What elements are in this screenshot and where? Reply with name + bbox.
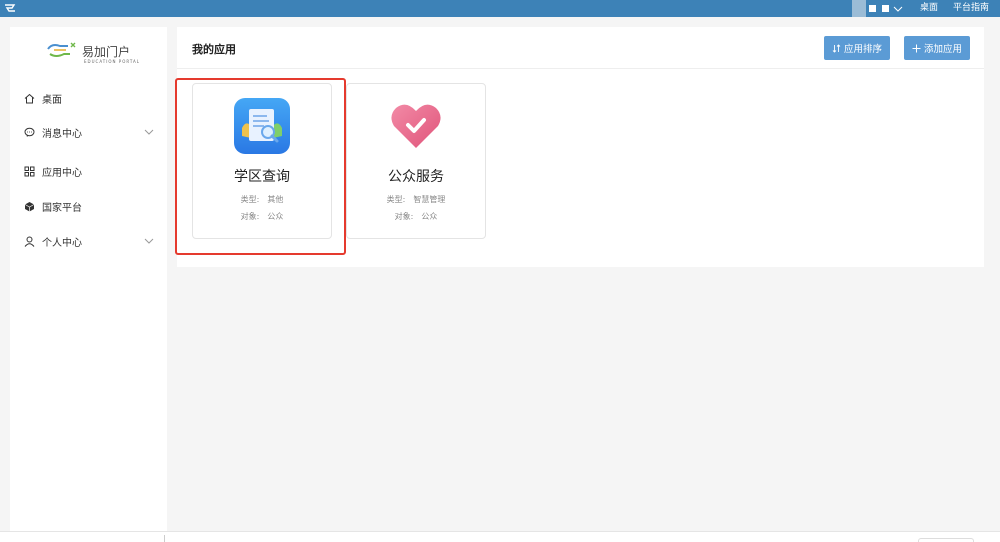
cube-icon bbox=[24, 201, 35, 211]
app-name: 学区查询 bbox=[234, 169, 290, 185]
education-portal-logo-icon bbox=[47, 42, 76, 57]
app-target-value: 公众 bbox=[267, 212, 284, 221]
sort-apps-button[interactable]: 应用排序 bbox=[824, 36, 890, 60]
app-target-label: 对象: bbox=[240, 212, 260, 221]
grid-icon bbox=[24, 166, 35, 176]
plus-icon bbox=[912, 44, 921, 52]
chevron-down-icon[interactable] bbox=[144, 127, 154, 137]
app-type: 类型: 智慧管理 bbox=[347, 194, 485, 205]
sidebar-item-personal-center[interactable]: 个人中心 bbox=[24, 231, 154, 251]
my-apps-panel: 我的应用 应用排序 添加应用 学区查询 类型: 其他 对象: 公众 公众服务 类… bbox=[177, 27, 984, 267]
app-target: 对象: 公众 bbox=[347, 211, 485, 222]
sidebar-item-national-platform[interactable]: 国家平台 bbox=[24, 196, 154, 216]
app-target-value: 公众 bbox=[421, 212, 438, 221]
add-app-label: 添加应用 bbox=[923, 44, 962, 55]
sidebar-item-label: 消息中心 bbox=[42, 128, 82, 140]
avatar-secondary bbox=[882, 5, 889, 12]
page-title: 我的应用 bbox=[192, 43, 236, 56]
platform-guide-link[interactable]: 平台指南 bbox=[953, 3, 989, 14]
portal-logo-icon[interactable] bbox=[3, 2, 17, 15]
bottom-tab[interactable] bbox=[918, 538, 974, 542]
sidebar: 易加门户 EDUCATION PORTAL 桌面 消息中心 应用中心 国家平台 … bbox=[10, 27, 167, 542]
sidebar-item-label: 应用中心 bbox=[42, 167, 82, 179]
user-icon bbox=[24, 236, 35, 247]
message-icon bbox=[24, 127, 35, 137]
app-card-public-service[interactable]: 公众服务 类型: 智慧管理 对象: 公众 bbox=[346, 83, 486, 239]
sidebar-item-desktop[interactable]: 桌面 bbox=[24, 88, 154, 108]
chevron-down-icon[interactable] bbox=[893, 4, 903, 14]
app-name: 公众服务 bbox=[388, 169, 444, 185]
brand-name: 易加门户 bbox=[82, 45, 131, 59]
sidebar-item-app-center[interactable]: 应用中心 bbox=[24, 161, 154, 181]
user-avatar-blurred bbox=[852, 0, 866, 17]
sidebar-item-label: 个人中心 bbox=[42, 237, 82, 249]
user-menu[interactable] bbox=[852, 0, 903, 17]
sidebar-item-label: 国家平台 bbox=[42, 202, 82, 214]
sidebar-item-messages[interactable]: 消息中心 bbox=[24, 122, 154, 142]
avatar bbox=[869, 5, 876, 12]
app-type-label: 类型: bbox=[240, 195, 260, 204]
app-target: 对象: 公众 bbox=[193, 211, 331, 222]
app-type-label: 类型: bbox=[386, 195, 406, 204]
desktop-link[interactable]: 桌面 bbox=[920, 3, 938, 14]
add-app-button[interactable]: 添加应用 bbox=[904, 36, 970, 60]
home-icon bbox=[24, 93, 35, 103]
sidebar-item-label: 桌面 bbox=[42, 94, 62, 106]
brand-logo[interactable]: 易加门户 EDUCATION PORTAL bbox=[46, 41, 139, 67]
brand-subtitle: EDUCATION PORTAL bbox=[84, 59, 140, 64]
sort-apps-label: 应用排序 bbox=[843, 44, 882, 55]
divider bbox=[164, 535, 165, 542]
bottom-bar bbox=[0, 531, 1000, 542]
app-type-value: 智慧管理 bbox=[413, 195, 446, 204]
panel-header: 我的应用 应用排序 添加应用 bbox=[177, 27, 984, 69]
app-type: 类型: 其他 bbox=[193, 194, 331, 205]
app-target-label: 对象: bbox=[394, 212, 414, 221]
top-bar: 桌面 平台指南 bbox=[0, 0, 1000, 17]
sort-icon bbox=[832, 43, 841, 53]
chevron-down-icon[interactable] bbox=[144, 236, 154, 246]
app-card-district-query[interactable]: 学区查询 类型: 其他 对象: 公众 bbox=[192, 83, 332, 239]
heart-check-icon bbox=[391, 104, 441, 148]
app-type-value: 其他 bbox=[267, 195, 284, 204]
document-search-icon bbox=[234, 98, 290, 154]
